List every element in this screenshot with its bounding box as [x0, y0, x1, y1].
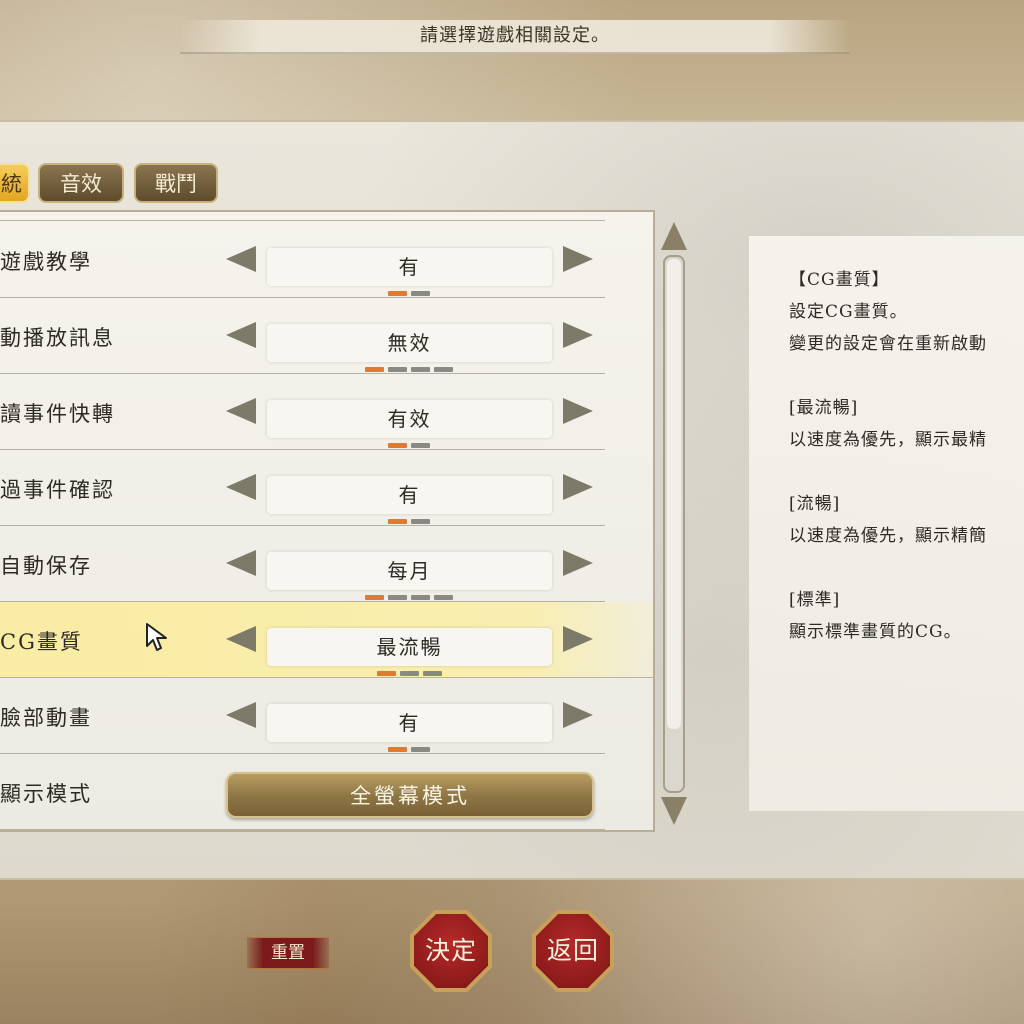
confirm-button-label: 決定: [414, 914, 488, 988]
setting-value: 有效: [267, 400, 552, 438]
setting-label: 臉部動畫: [0, 706, 92, 730]
tab-sound[interactable]: 音效: [38, 163, 124, 203]
option-indicator: [0, 747, 653, 752]
description-line: 設定CG畫質。: [789, 302, 908, 322]
option-indicator: [0, 443, 653, 448]
scroll-down-icon[interactable]: [661, 797, 687, 825]
description-line: [流暢]: [789, 494, 841, 514]
reset-button[interactable]: 重置: [247, 937, 329, 969]
description-line: [最流暢]: [789, 398, 859, 418]
option-indicator: [0, 519, 653, 524]
option-dot: [376, 671, 396, 676]
option-dot: [422, 671, 442, 676]
setting-label: 顯示模式: [0, 782, 92, 806]
arrow-right-icon[interactable]: [563, 702, 593, 728]
arrow-left-icon[interactable]: [226, 398, 256, 424]
display-mode-button[interactable]: 全螢幕模式: [226, 772, 594, 818]
settings-list: 遊戲教學 有 動播放訊息 無效 讀事件快轉 有效 過事件確認 有 自動保存 每月…: [0, 210, 655, 832]
option-dot: [411, 519, 430, 524]
setting-label: 遊戲教學: [0, 250, 92, 274]
arrow-left-icon[interactable]: [226, 474, 256, 500]
arrow-left-icon[interactable]: [226, 626, 256, 652]
back-button-label: 返回: [536, 914, 610, 988]
arrow-right-icon[interactable]: [563, 626, 593, 652]
option-dot: [411, 291, 430, 296]
tab-system[interactable]: 統: [0, 163, 30, 203]
option-dot: [411, 367, 430, 372]
option-dot: [388, 747, 407, 752]
setting-value: 每月: [267, 552, 552, 590]
description-line: 變更的設定會在重新啟動: [789, 334, 987, 354]
setting-value: 最流暢: [267, 628, 552, 666]
option-dot: [399, 671, 419, 676]
setting-label: 讀事件快轉: [0, 402, 115, 426]
scrollbar-thumb[interactable]: [667, 259, 681, 729]
setting-row-auto-message[interactable]: 動播放訊息 無效: [0, 298, 605, 374]
setting-row-event-confirm[interactable]: 過事件確認 有: [0, 450, 605, 526]
setting-row-tutorial[interactable]: 遊戲教學 有: [0, 222, 605, 298]
setting-label: 自動保存: [0, 554, 92, 578]
description-line: [789, 360, 1024, 392]
description-line: 【CG畫質】: [789, 270, 890, 290]
arrow-left-icon[interactable]: [226, 322, 256, 348]
setting-row-face-animation[interactable]: 臉部動畫 有: [0, 678, 605, 754]
description-panel: 【CG畫質】 設定CG畫質。 變更的設定會在重新啟動 [最流暢] 以速度為優先，…: [749, 236, 1024, 811]
setting-label: 動播放訊息: [0, 326, 115, 350]
setting-label: 過事件確認: [0, 478, 115, 502]
scrollbar[interactable]: [663, 255, 685, 793]
arrow-right-icon[interactable]: [563, 398, 593, 424]
option-indicator: [0, 291, 653, 296]
option-dot: [434, 367, 453, 372]
option-dot: [388, 291, 407, 296]
setting-value: 無效: [267, 324, 552, 362]
option-dot: [411, 595, 430, 600]
arrow-right-icon[interactable]: [563, 246, 593, 272]
option-dot: [388, 595, 407, 600]
instruction-banner: 請選擇遊戲相關設定。: [180, 20, 850, 54]
arrow-right-icon[interactable]: [563, 322, 593, 348]
arrow-left-icon[interactable]: [226, 550, 256, 576]
option-dot: [388, 367, 407, 372]
description-line: [標準]: [789, 590, 841, 610]
description-line: 以速度為優先，顯示最精: [789, 430, 987, 450]
option-dot: [411, 443, 430, 448]
back-button[interactable]: 返回: [532, 910, 614, 992]
setting-value: 有: [267, 476, 552, 514]
arrow-right-icon[interactable]: [563, 550, 593, 576]
option-dot: [365, 595, 384, 600]
setting-row-cg-quality[interactable]: CG畫質 最流暢: [0, 602, 653, 678]
option-dot: [365, 367, 384, 372]
option-indicator: [0, 671, 653, 676]
setting-row-display-mode: 顯示模式 全螢幕模式: [0, 754, 605, 830]
arrow-left-icon[interactable]: [226, 246, 256, 272]
description-line: [789, 552, 1024, 584]
option-dot: [411, 747, 430, 752]
setting-row-autosave[interactable]: 自動保存 每月: [0, 526, 605, 602]
description-line: 以速度為優先，顯示精簡: [789, 526, 987, 546]
mouse-pointer-icon: [146, 623, 167, 651]
setting-label: CG畫質: [0, 630, 83, 654]
option-dot: [388, 519, 407, 524]
tab-battle[interactable]: 戰鬥: [134, 163, 218, 203]
setting-value: 有: [267, 704, 552, 742]
option-indicator: [0, 367, 653, 372]
setting-row-event-skip[interactable]: 讀事件快轉 有效: [0, 374, 605, 450]
arrow-left-icon[interactable]: [226, 702, 256, 728]
description-line: 顯示標準畫質的CG。: [789, 622, 962, 642]
option-dot: [434, 595, 453, 600]
setting-value: 有: [267, 248, 552, 286]
confirm-button[interactable]: 決定: [410, 910, 492, 992]
description-line: [789, 456, 1024, 488]
arrow-right-icon[interactable]: [563, 474, 593, 500]
option-indicator: [0, 595, 653, 600]
scroll-up-icon[interactable]: [661, 222, 687, 250]
option-dot: [388, 443, 407, 448]
